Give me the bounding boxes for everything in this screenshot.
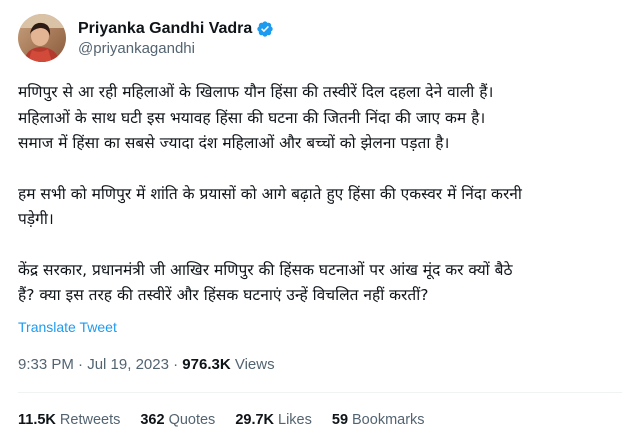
verified-badge-icon[interactable] [256,20,274,38]
author-display-name[interactable]: Priyanka Gandhi Vadra [78,20,252,38]
views-label: Views [234,356,275,373]
avatar-image [18,14,66,62]
tweet-time[interactable]: 9:33 PM [18,356,74,373]
retweets-stat[interactable]: 11.5K Retweets [18,412,120,428]
likes-label: Likes [278,412,312,428]
likes-count: 29.7K [235,412,275,428]
views-count[interactable]: 976.3K [182,356,230,373]
translate-tweet-link[interactable]: Translate Tweet [18,319,117,335]
tweet-line: केंद्र सरकार, प्रधानमंत्री जी आखिर मणिपु… [18,260,513,279]
likes-stat[interactable]: 29.7K Likes [235,412,312,428]
tweet-paragraph: मणिपुर से आ रही महिलाओं के खिलाफ यौन हिं… [18,80,628,157]
tweet-card: Priyanka Gandhi Vadra @priyankagandhi मण… [0,0,640,437]
tweet-paragraph: केंद्र सरकार, प्रधानमंत्री जी आखिर मणिपु… [18,258,628,309]
avatar[interactable] [18,14,66,62]
tweet-paragraph: हम सभी को मणिपुर में शांति के प्रयासों क… [18,182,628,233]
retweets-label: Retweets [59,412,121,428]
quotes-stat[interactable]: 362 Quotes [140,412,215,428]
retweets-count: 11.5K [18,412,56,428]
divider [18,392,622,393]
quotes-count: 362 [140,412,165,428]
bookmarks-label: Bookmarks [352,412,425,428]
tweet-stats: 11.5K Retweets 362 Quotes 29.7K Likes 59 Boo… [18,412,445,428]
tweet-line: हैं? क्या इस तरह की तस्वीरें और हिंसक घट… [18,286,429,304]
name-row: Priyanka Gandhi Vadra [78,20,274,38]
tweet-text: मणिपुर से आ रही महिलाओं के खिलाफ यौन हिं… [18,80,628,309]
quotes-label: Quotes [168,412,216,428]
tweet-line: हम सभी को मणिपुर में शांति के प्रयासों क… [18,184,522,203]
tweet-line: पड़ेगी। [18,210,54,228]
tweet-line: महिलाओं के साथ घटी इस भयावह हिंसा की घटन… [18,108,486,127]
meta-separator: · [173,356,179,373]
tweet-meta: 9:33 PM · Jul 19, 2023 · 976.3K Views [18,356,275,373]
author-handle[interactable]: @priyankagandhi [78,40,274,57]
tweet-header: Priyanka Gandhi Vadra @priyankagandhi [18,14,274,62]
bookmarks-count: 59 [331,412,349,428]
bookmarks-stat[interactable]: 59 Bookmarks [332,412,425,428]
meta-separator: · [78,356,84,373]
author-names: Priyanka Gandhi Vadra @priyankagandhi [78,20,274,57]
tweet-date[interactable]: Jul 19, 2023 [87,356,169,373]
tweet-line: मणिपुर से आ रही महिलाओं के खिलाफ यौन हिं… [18,83,494,101]
tweet-line: समाज में हिंसा का सबसे ज्यादा दंश महिलाओ… [18,134,450,152]
